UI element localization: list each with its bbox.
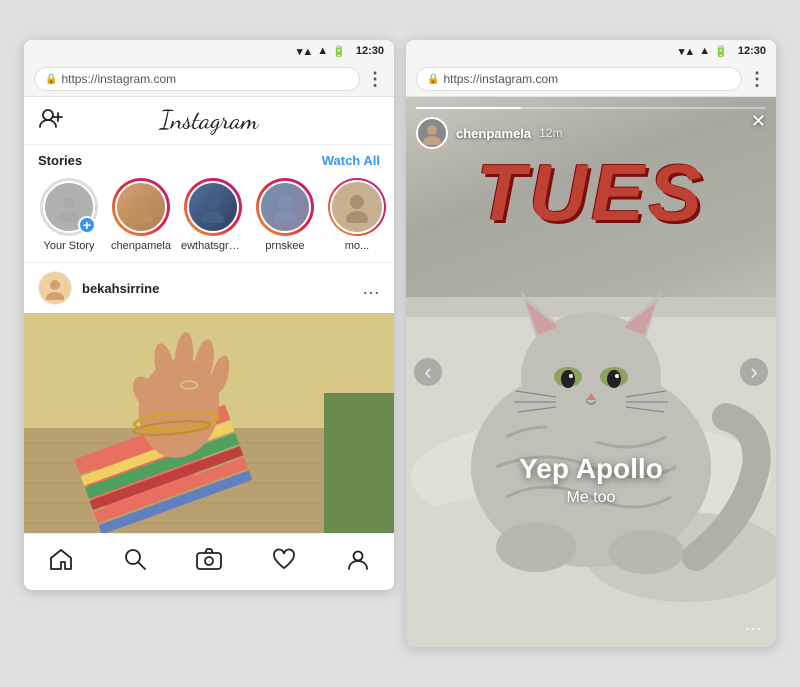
story-item-prnskee[interactable]: prnskee xyxy=(254,178,316,252)
url-input-right[interactable]: 🔒 https://instagram.com xyxy=(416,67,742,91)
bottom-nav xyxy=(24,533,394,590)
post-username: bekahsirrine xyxy=(82,281,352,296)
story-avatar-wrap-1 xyxy=(112,178,170,236)
wifi-icon-right: ▲ xyxy=(699,45,710,57)
battery-icon-right: 🔋 xyxy=(714,45,728,58)
watch-all-button[interactable]: Watch All xyxy=(322,153,380,168)
wifi-icon: ▲ xyxy=(317,45,328,57)
story-top-bar: chenpamela 12m xyxy=(406,97,776,153)
more-options-right[interactable]: ⋮ xyxy=(748,69,766,90)
post-image-svg xyxy=(24,313,394,533)
status-icons-right: ▾▲ ▲ 🔋 12:30 xyxy=(679,45,766,58)
battery-icon: 🔋 xyxy=(332,45,346,58)
story-avatar-3 xyxy=(259,181,311,233)
post-avatar xyxy=(38,271,72,305)
add-person-button[interactable] xyxy=(38,107,64,135)
signal-icon-right: ▾▲ xyxy=(679,45,695,58)
url-input-left[interactable]: 🔒 https://instagram.com xyxy=(34,67,360,91)
story-label-more: mo... xyxy=(345,240,369,252)
story-more-gradient xyxy=(328,178,386,236)
story-avatar-wrap-2 xyxy=(184,178,242,236)
heart-nav-button[interactable] xyxy=(262,544,306,580)
story-avatar-wrap-3 xyxy=(256,178,314,236)
story-label-2: ewthatsgross xyxy=(181,240,245,252)
story-label-3: prnskee xyxy=(265,240,304,252)
story-label-your-story: Your Story xyxy=(44,240,95,252)
instagram-header: Instagram xyxy=(24,97,394,145)
story-fullscreen: TUES Yep Apollo Me too chenpamela 12m xyxy=(406,97,776,647)
url-text-right: https://instagram.com xyxy=(443,72,558,86)
story-item-ewthatsgross[interactable]: ewthatsgross xyxy=(182,178,244,252)
url-bar-left: 🔒 https://instagram.com ⋮ xyxy=(24,62,394,97)
profile-nav-button[interactable] xyxy=(337,544,379,580)
search-nav-button[interactable] xyxy=(114,544,156,580)
url-text-left: https://instagram.com xyxy=(61,72,176,86)
story-item-more[interactable]: mo... xyxy=(326,178,388,252)
story-avatar-1 xyxy=(115,181,167,233)
story-tues-text: TUES xyxy=(406,147,776,239)
story-caption-main: Yep Apollo xyxy=(406,453,776,485)
story-item-your-story[interactable]: + Your Story xyxy=(38,178,100,252)
stories-row: + Your Story chenpamela xyxy=(24,172,394,262)
post-header: bekahsirrine … xyxy=(24,262,394,313)
story-time: 12m xyxy=(539,126,562,140)
status-time: 12:30 xyxy=(356,45,384,57)
status-time-right: 12:30 xyxy=(738,45,766,57)
story-progress-bar xyxy=(416,107,766,109)
story-user-row: chenpamela 12m xyxy=(416,117,766,149)
story-label-1: chenpamela xyxy=(111,240,171,252)
story-item-chenpamela[interactable]: chenpamela xyxy=(110,178,172,252)
story-next-button[interactable]: › xyxy=(740,358,768,386)
stories-title: Stories xyxy=(38,153,82,168)
story-more-avatar xyxy=(330,180,384,234)
url-bar-right: 🔒 https://instagram.com ⋮ xyxy=(406,62,776,97)
story-more-wrap xyxy=(328,178,386,236)
story-progress-fill xyxy=(416,107,521,109)
status-bar-right: ▾▲ ▲ 🔋 12:30 xyxy=(406,40,776,62)
story-username: chenpamela xyxy=(456,126,531,141)
post-image xyxy=(24,313,394,533)
your-story-avatar-wrap: + xyxy=(40,178,98,236)
add-story-button[interactable]: + xyxy=(78,216,96,234)
status-icons: ▾▲ ▲ 🔋 12:30 xyxy=(297,45,384,58)
story-prev-button[interactable]: ‹ xyxy=(414,358,442,386)
stories-header: Stories Watch All xyxy=(24,145,394,172)
instagram-logo: Instagram xyxy=(160,105,259,136)
left-phone: ▾▲ ▲ 🔋 12:30 🔒 https://instagram.com ⋮ xyxy=(24,40,394,590)
right-phone: ▾▲ ▲ 🔋 12:30 🔒 https://instagram.com ⋮ xyxy=(406,40,776,647)
story-avatar-2 xyxy=(187,181,239,233)
story-bottom-options[interactable]: … xyxy=(744,614,762,635)
post-options-button[interactable]: … xyxy=(362,278,380,299)
story-user-avatar xyxy=(416,117,448,149)
more-options-left[interactable]: ⋮ xyxy=(366,69,384,90)
story-close-button[interactable]: ✕ xyxy=(751,111,766,132)
home-nav-button[interactable] xyxy=(39,544,83,580)
lock-icon-right: 🔒 xyxy=(427,74,439,85)
status-bar-left: ▾▲ ▲ 🔋 12:30 xyxy=(24,40,394,62)
signal-icon: ▾▲ xyxy=(297,45,313,58)
story-caption: Yep Apollo Me too xyxy=(406,453,776,507)
camera-nav-button[interactable] xyxy=(186,544,232,580)
lock-icon: 🔒 xyxy=(45,74,57,85)
story-caption-sub: Me too xyxy=(406,489,776,507)
